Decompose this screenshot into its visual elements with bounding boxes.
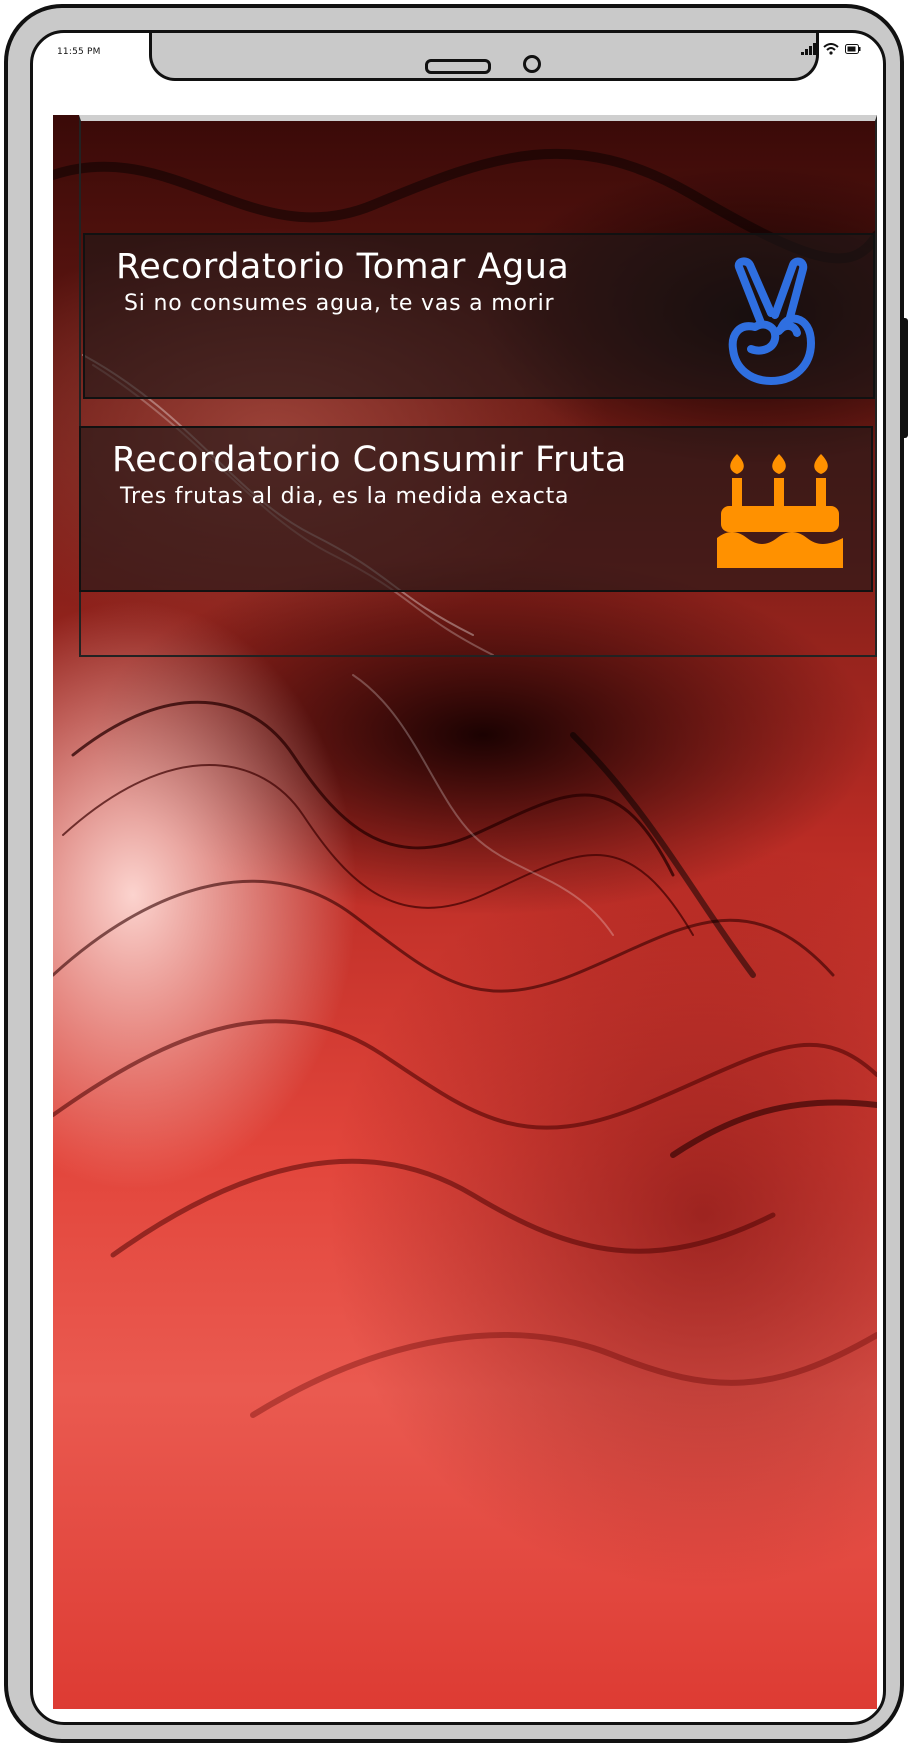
notification-title: Recordatorio Consumir Fruta: [112, 440, 627, 480]
side-button: [900, 318, 908, 438]
front-camera: [523, 55, 541, 73]
signal-icon: [801, 43, 816, 55]
notification-title: Recordatorio Tomar Agua: [116, 247, 570, 287]
wifi-icon: [823, 43, 839, 55]
notification-card-fruit[interactable]: Recordatorio Consumir Fruta Tres frutas …: [79, 426, 873, 592]
speaker: [425, 59, 491, 74]
notification-subtitle: Si no consumes agua, te vas a morir: [124, 291, 555, 316]
status-time: 11:55 PM: [57, 47, 101, 57]
notification-card-water[interactable]: Recordatorio Tomar Agua Si no consumes a…: [83, 233, 875, 399]
notification-panel: Recordatorio Tomar Agua Si no consumes a…: [79, 115, 877, 657]
phone-screen-area: 11:55 PM Recordatorio Tomar Agua Si no c…: [30, 30, 886, 1725]
birthday-cake-icon: [717, 454, 843, 568]
battery-icon: [845, 44, 861, 54]
phone-frame: 11:55 PM Recordatorio Tomar Agua Si no c…: [4, 4, 908, 1743]
status-icons: [801, 43, 861, 55]
notification-subtitle: Tres frutas al dia, es la medida exacta: [120, 484, 570, 509]
wallpaper: Recordatorio Tomar Agua Si no consumes a…: [53, 115, 877, 1709]
peace-hand-icon: [728, 257, 815, 385]
